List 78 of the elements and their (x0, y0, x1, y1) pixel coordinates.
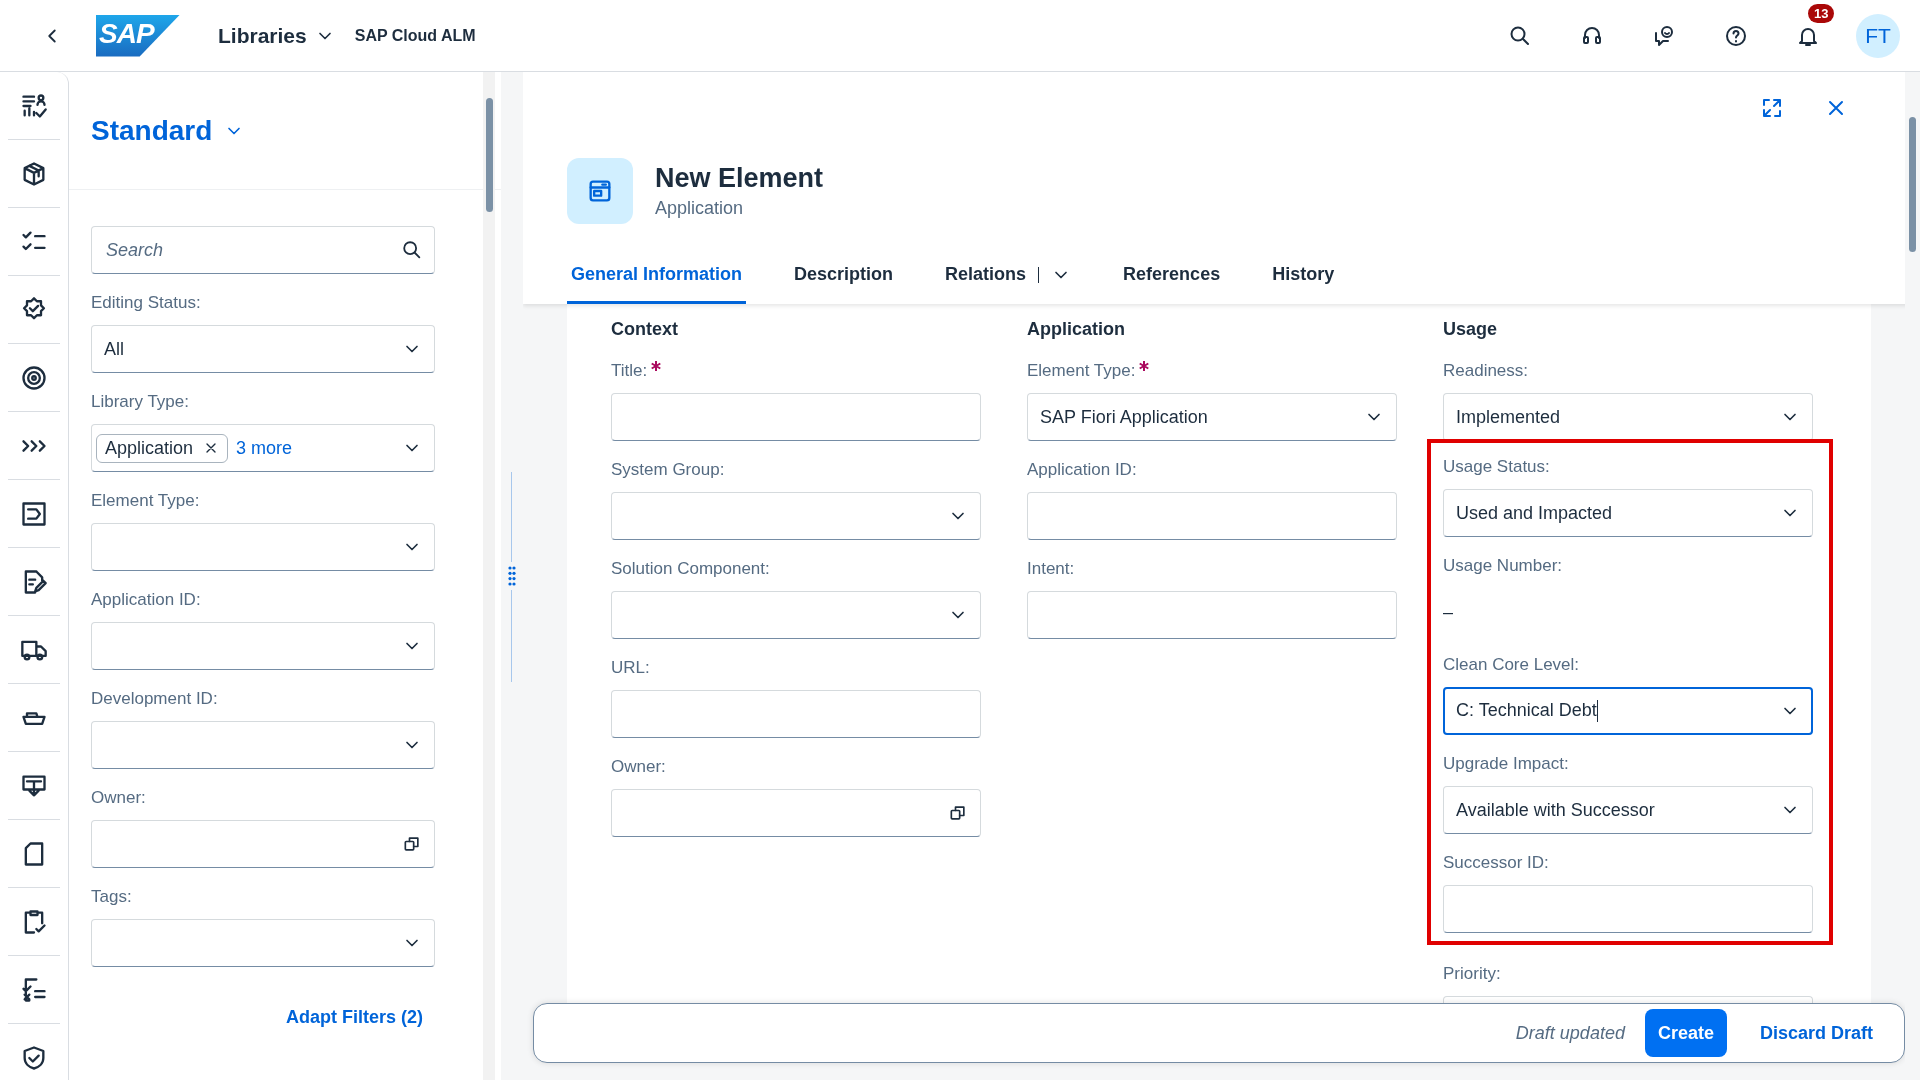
checklist-cross-icon (20, 975, 48, 1004)
token[interactable]: Application (96, 433, 229, 463)
field-label: Owner: (91, 788, 146, 808)
field-label: Readiness: (1443, 361, 1529, 381)
logo[interactable]: SAP (96, 14, 180, 57)
select-field[interactable] (91, 721, 435, 769)
field-label: Title: (611, 361, 648, 381)
cube-icon (20, 159, 48, 188)
product-name: SAP Cloud ALM (354, 26, 476, 45)
field-label: Element Type: (91, 491, 200, 511)
field-label: Priority: (1443, 964, 1501, 984)
scrollbar[interactable] (483, 72, 495, 1080)
field-label: System Group: (611, 460, 725, 480)
select-field[interactable]: Used and Impacted (1443, 489, 1813, 537)
field-label: Library Type: (91, 392, 189, 412)
more-link[interactable]: 3 more (236, 437, 394, 459)
multi-select-field[interactable]: Application 3 more (91, 424, 435, 472)
expand-icon (1760, 96, 1784, 120)
field-label: Clean Core Level: (1443, 655, 1580, 675)
search-field[interactable]: Search (91, 226, 435, 274)
help-icon (1724, 23, 1748, 48)
field-label: Solution Component: (611, 559, 770, 579)
list-chart-icon (20, 91, 48, 120)
field-label: Application ID: (91, 590, 201, 610)
select-field[interactable] (611, 492, 981, 540)
field-label: Development ID: (91, 689, 218, 709)
select-field[interactable]: SAP Fiori Application (1027, 393, 1397, 441)
target-icon (20, 363, 48, 392)
tab[interactable]: References (1119, 264, 1225, 304)
select-field[interactable]: C: Technical Debt (1443, 687, 1813, 735)
field-label: Editing Status: (91, 293, 201, 313)
input-field[interactable] (611, 393, 981, 441)
field-label: URL: (611, 658, 650, 678)
field-label: Intent: (1027, 559, 1075, 579)
section-title: Application (1027, 318, 1125, 340)
select-field[interactable] (91, 919, 435, 967)
input-field[interactable] (1027, 492, 1397, 540)
field-value: – (1443, 601, 1453, 623)
field-label: Usage Status: (1443, 457, 1550, 477)
input-field[interactable] (1027, 591, 1397, 639)
notification-badge: 13 (1808, 3, 1835, 23)
input-field[interactable] (1443, 885, 1813, 933)
object-subtitle: Application (655, 198, 745, 219)
field-label: Successor ID: (1443, 853, 1549, 873)
select-field[interactable] (611, 591, 981, 639)
copy-icon (402, 834, 422, 854)
draft-status: Draft updated (1515, 1022, 1625, 1044)
tab[interactable]: Relations (941, 264, 1076, 304)
select-field[interactable]: All (91, 325, 435, 373)
input-field[interactable] (611, 690, 981, 738)
adapt-filters-link[interactable]: Adapt Filters (2) (286, 1007, 423, 1028)
discard-button[interactable]: Discard Draft (1746, 1009, 1886, 1057)
search-icon (401, 239, 423, 261)
value-help-field[interactable] (91, 820, 435, 868)
tab[interactable]: Description (790, 264, 898, 304)
field-label: Tags: (91, 887, 132, 907)
chat-smiley-icon (1652, 23, 1676, 48)
field-label: Owner: (611, 757, 666, 777)
variant-selector[interactable]: Standard (91, 114, 245, 147)
text-cursor (1596, 700, 1598, 723)
select-field[interactable] (91, 622, 435, 670)
copy-icon (948, 803, 968, 823)
field-label: Usage Number: (1443, 556, 1563, 576)
select-field[interactable] (91, 523, 435, 571)
app-title-menu[interactable]: Libraries (218, 23, 335, 48)
create-button[interactable]: Create (1644, 1009, 1727, 1057)
value-help-field[interactable] (611, 789, 981, 837)
field-label: Element Type: (1027, 361, 1136, 381)
tab[interactable]: History (1268, 264, 1339, 304)
field-label: Application ID: (1027, 460, 1137, 480)
object-title: New Element (655, 163, 824, 194)
select-field[interactable]: Implemented (1443, 393, 1813, 441)
select-field[interactable]: Available with Successor (1443, 786, 1813, 834)
section-title: Context (611, 318, 678, 340)
user-avatar[interactable]: FT (1856, 13, 1900, 58)
tag-frame-icon (20, 499, 48, 528)
field-label: Upgrade Impact: (1443, 754, 1569, 774)
section-title: Usage (1443, 318, 1498, 340)
